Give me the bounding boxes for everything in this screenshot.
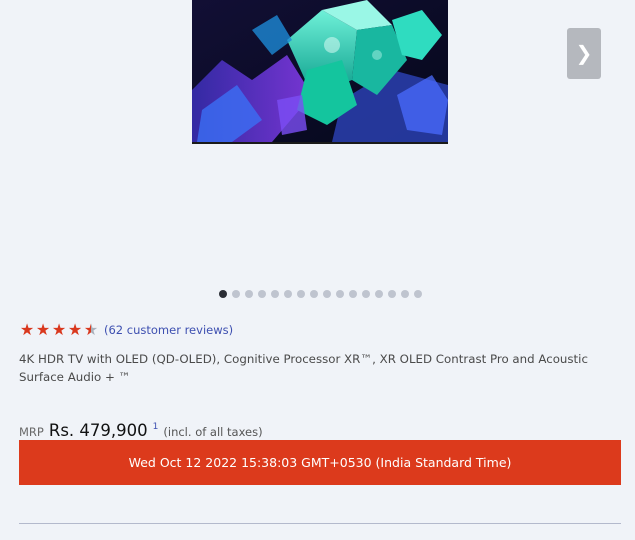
carousel-dot[interactable] — [297, 290, 305, 298]
carousel-dot[interactable] — [401, 290, 409, 298]
carousel-dot[interactable] — [232, 290, 240, 298]
star-icon: ★ — [19, 320, 35, 339]
carousel-pagination — [219, 290, 422, 298]
star-icon: ★ — [51, 320, 67, 339]
carousel-dot[interactable] — [362, 290, 370, 298]
mrp-label: MRP — [19, 425, 44, 439]
tv-product-image — [192, 0, 448, 144]
carousel-dot[interactable] — [310, 290, 318, 298]
carousel-dot[interactable] — [388, 290, 396, 298]
section-divider — [19, 523, 621, 524]
star-rating: ★ ★ ★ ★ ★ — [19, 321, 99, 339]
carousel-dot[interactable] — [336, 290, 344, 298]
star-icon: ★ — [83, 320, 99, 339]
customer-reviews-link[interactable]: (62 customer reviews) — [104, 323, 233, 337]
price-amount: Rs. 479,900 — [48, 421, 148, 440]
star-icon: ★ — [67, 320, 83, 339]
carousel-dot[interactable] — [349, 290, 357, 298]
product-description: 4K HDR TV with OLED (QD-OLED), Cognitive… — [19, 352, 588, 384]
carousel-dot[interactable] — [323, 290, 331, 298]
price-row: MRP Rs. 479,900 1 (incl. of all taxes) — [19, 421, 263, 440]
taxes-note: (incl. of all taxes) — [163, 425, 263, 439]
carousel-dot[interactable] — [375, 290, 383, 298]
carousel-next-button[interactable]: ❯ — [567, 28, 601, 79]
carousel-dot[interactable] — [258, 290, 266, 298]
rating-row: ★ ★ ★ ★ ★ (62 customer reviews) — [19, 321, 233, 339]
datetime-banner[interactable]: Wed Oct 12 2022 15:38:03 GMT+0530 (India… — [19, 440, 621, 485]
carousel-dot[interactable] — [284, 290, 292, 298]
carousel-dot[interactable] — [414, 290, 422, 298]
carousel-dot[interactable] — [219, 290, 227, 298]
carousel-dot[interactable] — [271, 290, 279, 298]
price-footnote-link[interactable]: 1 — [153, 422, 159, 432]
carousel-dot[interactable] — [245, 290, 253, 298]
star-icon: ★ — [35, 320, 51, 339]
